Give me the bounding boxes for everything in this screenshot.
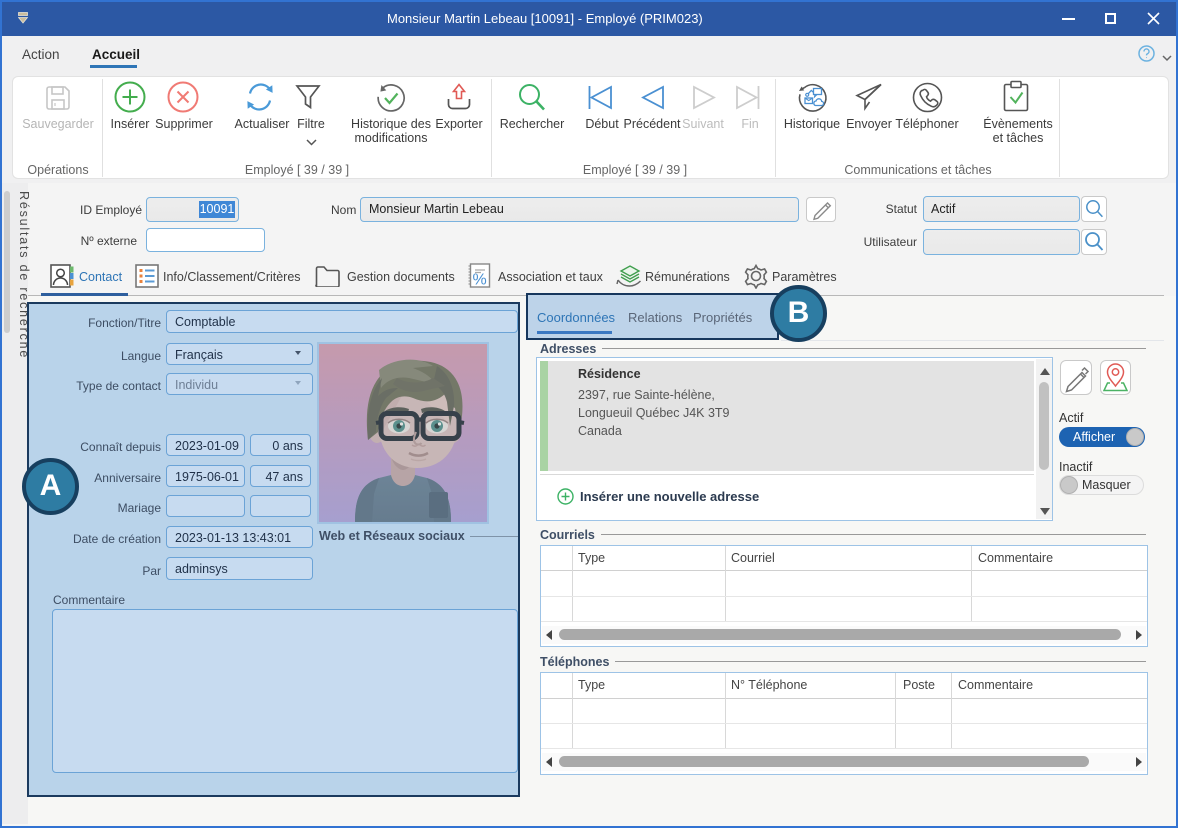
svg-text:%: % <box>473 272 487 289</box>
